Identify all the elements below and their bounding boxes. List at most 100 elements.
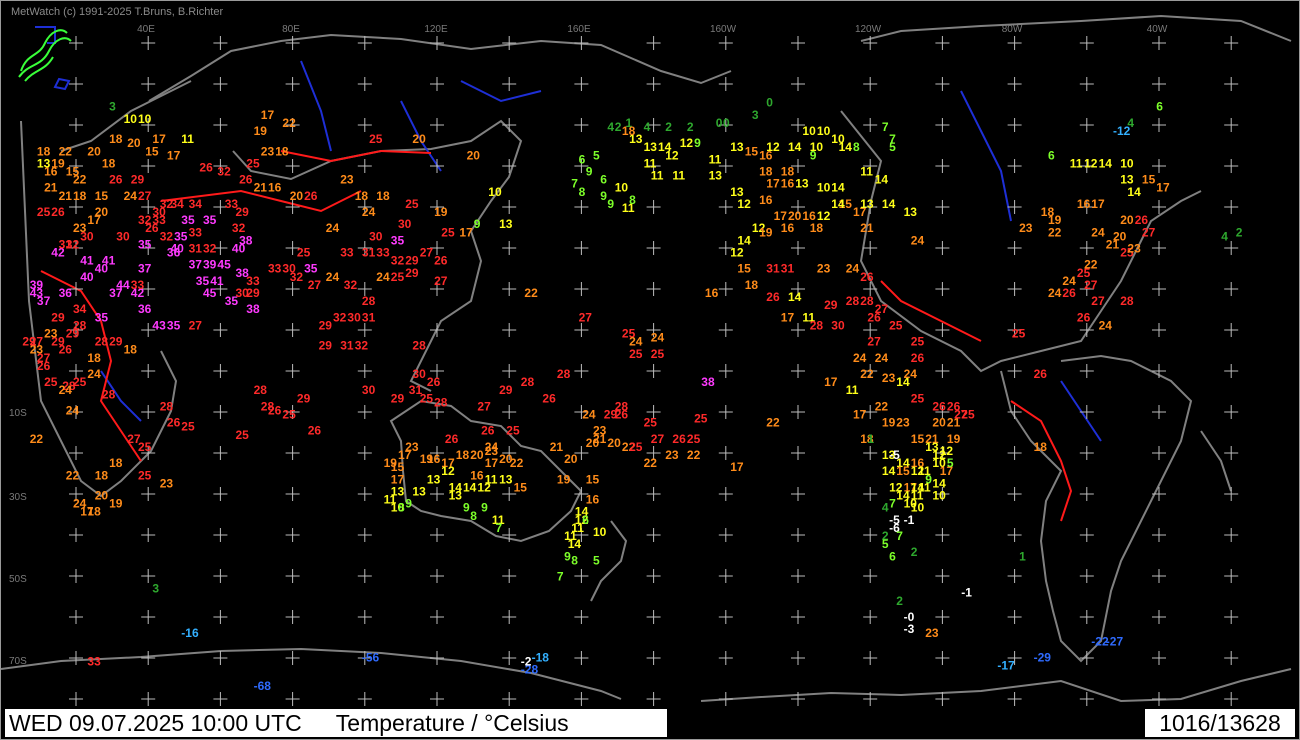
temperature-value: -2 (521, 655, 532, 669)
temperature-value: 14 (1099, 156, 1113, 170)
temperature-value: 18 (456, 448, 470, 462)
temperature-value: 26 (268, 403, 282, 417)
grid-cross (1079, 692, 1094, 706)
temperature-value: 32 (217, 165, 231, 179)
temperature-value: 5 (593, 148, 600, 162)
temperature-value: 10 (124, 112, 138, 126)
grid-cross (935, 528, 950, 542)
temperature-value: 35 (138, 237, 152, 251)
temperature-value: 22 (66, 468, 80, 482)
grid-cross (502, 405, 517, 419)
grid-cross (791, 487, 805, 501)
temperature-value: 31 (59, 237, 73, 251)
grid-cross (935, 200, 950, 214)
grid-cross (646, 77, 661, 91)
temperature-value: 28 (521, 375, 535, 389)
grid-cross (141, 36, 156, 50)
grid-cross (357, 487, 372, 501)
temperature-value: 37 (109, 286, 123, 300)
grid-cross (357, 569, 372, 583)
temperature-value: 5 (889, 140, 896, 154)
temperature-value: 20 (290, 189, 304, 203)
temperature-value: 30 (831, 318, 845, 332)
grid-cross (1079, 569, 1094, 583)
temperature-value: 10 (593, 525, 607, 539)
grid-cross (357, 323, 372, 337)
grid-cross (357, 446, 372, 460)
temperature-value: 17 (459, 225, 473, 239)
temperature-value: 25 (37, 205, 51, 219)
temperature-value: 15 (911, 432, 925, 446)
temperature-value: 27 (434, 274, 448, 288)
temperature-value: 10 (831, 132, 845, 146)
temperature-value: 33 (189, 225, 203, 239)
temperature-value: 26 (481, 424, 495, 438)
grid-cross (141, 364, 156, 378)
temperature-value: 24 (853, 351, 867, 365)
temperature-value: 20 (467, 148, 481, 162)
temperature-value: 25 (236, 428, 250, 442)
grid-cross (213, 528, 228, 542)
temperature-value: -3 (904, 622, 915, 636)
temperature-value: 28 (860, 294, 874, 308)
temperature-value: 19 (254, 124, 268, 138)
grid-cross (141, 651, 156, 665)
temperature-value: 15 (737, 262, 751, 276)
grid-cross (1079, 405, 1094, 419)
grid-cross (1007, 77, 1022, 91)
temperature-value: 13 (795, 177, 809, 191)
grid-cross (863, 241, 878, 255)
grid-cross (1079, 610, 1094, 624)
temperature-value: 9 (694, 136, 701, 150)
grid-cross (863, 651, 878, 665)
temperature-value: 15 (586, 472, 600, 486)
temperature-value: 22 (644, 456, 658, 470)
grid-cross (1152, 241, 1166, 255)
temperature-value: 14 (788, 140, 802, 154)
temperature-value: 25 (369, 132, 383, 146)
temperature-value: 27 (138, 189, 152, 203)
temperature-value: 20 (607, 436, 621, 450)
temperature-value: 21 (254, 181, 268, 195)
grid-cross (141, 487, 156, 501)
temperature-value: 29 (297, 391, 311, 405)
grid-cross (935, 610, 950, 624)
temperature-value: 40 (80, 270, 94, 284)
temperature-value: 21 (550, 440, 564, 454)
temperature-value: 8 (853, 140, 860, 154)
grid-cross (141, 405, 156, 419)
grid-cross (574, 282, 589, 296)
latitude-label: 70S (9, 656, 27, 667)
temperature-value: 27 (651, 432, 665, 446)
grid-cross (718, 77, 733, 91)
temperature-value: 25 (282, 408, 296, 422)
temperature-value: 9 (600, 189, 607, 203)
temperature-value: 22 (510, 456, 524, 470)
temperature-value: 9 (474, 217, 481, 231)
temperature-value: 23 (73, 221, 87, 235)
temperature-value: 14 (875, 173, 889, 187)
temperature-value: 41 (80, 254, 94, 268)
latitude-label: 10S (9, 408, 27, 419)
grid-cross (863, 569, 878, 583)
temperature-value: 11 (651, 169, 664, 183)
temperature-value: 8 (579, 185, 586, 199)
temperature-value: 36 (138, 302, 152, 316)
temperature-value: 11 (181, 132, 194, 146)
grid-cross (863, 118, 878, 132)
temperature-value: 30 (362, 383, 376, 397)
temperature-value: 11 (709, 152, 722, 166)
temperature-value: 12 (730, 246, 744, 260)
temperature-value: 20 (127, 136, 141, 150)
temperature-value: 16 (1077, 197, 1091, 211)
temperature-value: 5 (593, 553, 600, 567)
grid-cross (1007, 36, 1022, 50)
temperature-value: 13 (644, 140, 658, 154)
grid-cross (1079, 77, 1094, 91)
temperature-value: 4 (644, 120, 651, 134)
temperature-value: 24 (362, 205, 376, 219)
grid-cross (1224, 487, 1239, 501)
temperature-value: 33 (376, 246, 390, 260)
grid-cross (357, 692, 372, 706)
grid-cross (285, 528, 300, 542)
